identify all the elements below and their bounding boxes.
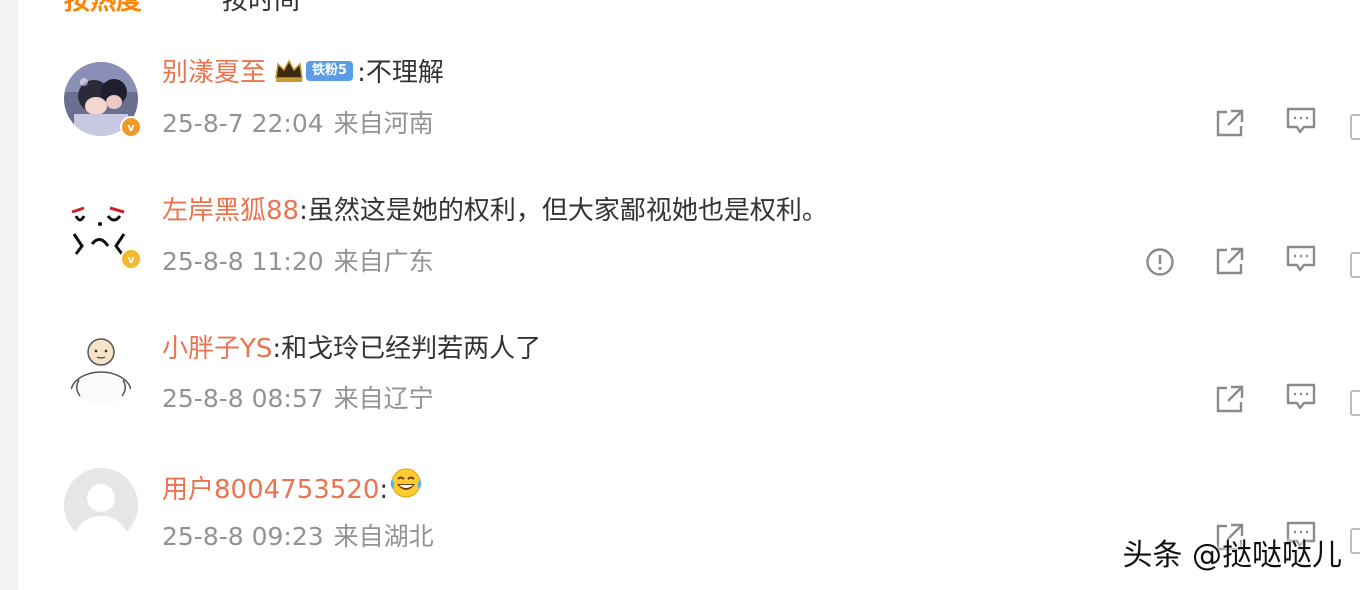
timestamp: 25-8-8 09:23: [162, 522, 324, 551]
comment-meta: 25-8-8 11:20 来自广东: [162, 247, 434, 277]
location: 来自广东: [333, 247, 434, 276]
comment-meta: 25-8-7 22:04 来自河南: [162, 109, 434, 139]
avatar-image: [64, 330, 138, 404]
comment-line: 左岸黑狐88:虽然这是她的权利，但大家鄙视她也是权利。: [162, 194, 828, 228]
avatar[interactable]: [64, 468, 138, 542]
like-icon[interactable]: [1350, 390, 1360, 416]
comment-line: 用户8004753520:: [162, 467, 424, 511]
username-link[interactable]: 左岸黑狐88: [162, 196, 299, 226]
default-avatar-icon: [64, 468, 138, 542]
comment-text: :不理解: [357, 58, 444, 88]
like-icon[interactable]: [1350, 252, 1360, 278]
share-icon[interactable]: [1213, 382, 1247, 416]
location: 来自河南: [333, 109, 434, 138]
comment-item: v 别漾夏至 铁粉5:不理解 25-8-7 22:04 来自河南: [0, 52, 1360, 172]
tab-hot[interactable]: 按热度: [64, 0, 142, 16]
crown-icon: [275, 58, 303, 82]
comment-icon[interactable]: [1284, 380, 1318, 414]
comment-line: 别漾夏至 铁粉5:不理解: [162, 56, 444, 90]
timestamp: 25-8-7 22:04: [162, 109, 324, 138]
username-link[interactable]: 小胖子YS: [162, 334, 272, 364]
avatar[interactable]: v: [64, 62, 142, 138]
comment-item: v 左岸黑狐88:虽然这是她的权利，但大家鄙视她也是权利。 25-8-8 11:…: [0, 190, 1360, 310]
fan-badge[interactable]: 铁粉5: [274, 58, 354, 84]
avatar[interactable]: [64, 330, 138, 404]
fan-level-tag: 铁粉5: [306, 60, 354, 81]
report-icon[interactable]: [1143, 245, 1177, 279]
like-icon[interactable]: [1350, 114, 1360, 140]
comment-panel: 按热度 按时间 v 别漾夏至 铁粉5:不理解 25-8-7 22:04 来自河…: [0, 0, 1360, 590]
comment-meta: 25-8-8 08:57 来自辽宁: [162, 384, 434, 414]
watermark: 头条 @挞哒哒儿: [1122, 538, 1342, 573]
comment-item: 小胖子YS:和戈玲已经判若两人了 25-8-8 08:57 来自辽宁: [0, 328, 1360, 448]
comment-text: :和戈玲已经判若两人了: [272, 334, 542, 364]
comment-text: :: [379, 475, 389, 505]
laughing-tears-emoji-icon: [388, 467, 424, 508]
comment-text: :虽然这是她的权利，但大家鄙视她也是权利。: [299, 196, 828, 226]
comment-line: 小胖子YS:和戈玲已经判若两人了: [162, 332, 541, 366]
username-link[interactable]: 用户8004753520: [162, 475, 379, 505]
timestamp: 25-8-8 08:57: [162, 384, 324, 413]
username-link[interactable]: 别漾夏至: [162, 58, 266, 88]
avatar[interactable]: v: [64, 194, 142, 270]
like-icon[interactable]: [1350, 528, 1360, 554]
location: 来自辽宁: [333, 384, 434, 413]
location: 来自湖北: [333, 522, 434, 551]
timestamp: 25-8-8 11:20: [162, 247, 324, 276]
comment-icon[interactable]: [1284, 242, 1318, 276]
verified-badge-icon: v: [120, 116, 142, 138]
tab-time[interactable]: 按时间: [222, 0, 300, 16]
share-icon[interactable]: [1213, 244, 1247, 278]
share-icon[interactable]: [1213, 106, 1247, 140]
comment-meta: 25-8-8 09:23 来自湖北: [162, 522, 434, 552]
verified-badge-icon: v: [120, 248, 142, 270]
comment-icon[interactable]: [1284, 104, 1318, 138]
